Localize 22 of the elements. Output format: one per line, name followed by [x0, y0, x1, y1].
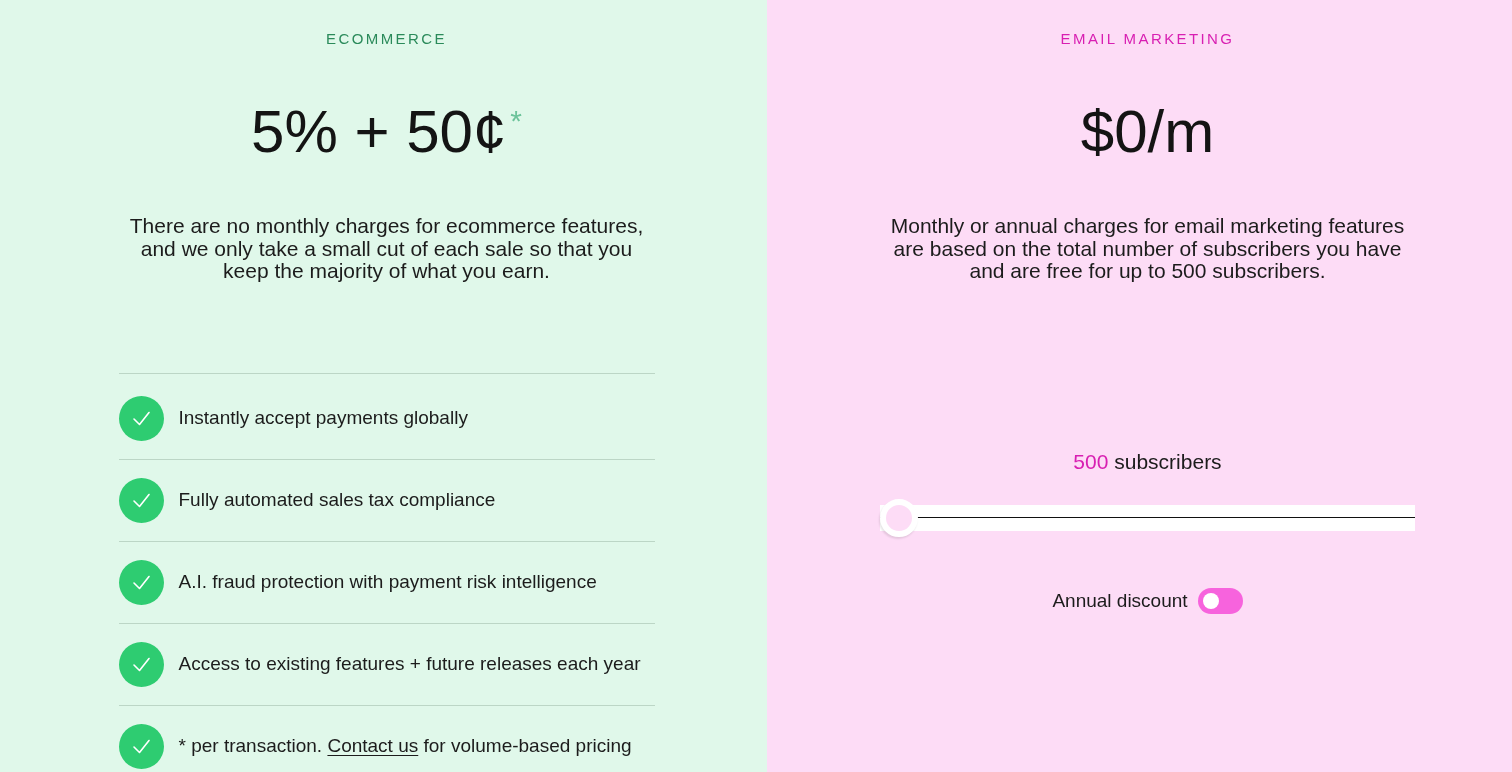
feature-text: Fully automated sales tax compliance: [178, 488, 496, 512]
price-text: $0/m: [1080, 102, 1215, 162]
description-text: Monthly or annual charges for email marketing features are based on the total number of subscribers you have and are free for up to 500 subscribers.: [889, 215, 1406, 283]
feature-text: Access to existing features + future releases each year: [178, 652, 641, 676]
check-circle-icon: [118, 395, 164, 441]
check-circle-icon: [118, 477, 164, 523]
check-circle-icon: [118, 641, 164, 687]
annual-discount-label: Annual discount: [1052, 588, 1188, 613]
contact-link[interactable]: Contact us: [327, 735, 419, 756]
feature-text: * per transaction. Contact us for volume-based pricing: [178, 734, 632, 758]
feature-text: Instantly accept payments globally: [178, 406, 468, 430]
subscriber-count-text: 500 subscribers: [1073, 449, 1222, 474]
slider-thumb[interactable]: [880, 498, 918, 537]
price-text: 5% + 50¢*: [251, 102, 522, 162]
section-label: ECOMMERCE: [326, 30, 447, 48]
section-label: EMAIL MARKETING: [1060, 30, 1235, 48]
check-circle-icon: [118, 723, 164, 769]
feature-text: A.I. fraud protection with payment risk intelligence: [178, 570, 597, 594]
description-text: There are no monthly charges for ecommerce features, and we only take a small cut of each sale so that you keep the majority of what you earn.: [128, 215, 645, 283]
slider-track[interactable]: [880, 498, 1415, 537]
annual-discount-toggle[interactable]: [1197, 587, 1243, 614]
check-circle-icon: [118, 559, 164, 605]
